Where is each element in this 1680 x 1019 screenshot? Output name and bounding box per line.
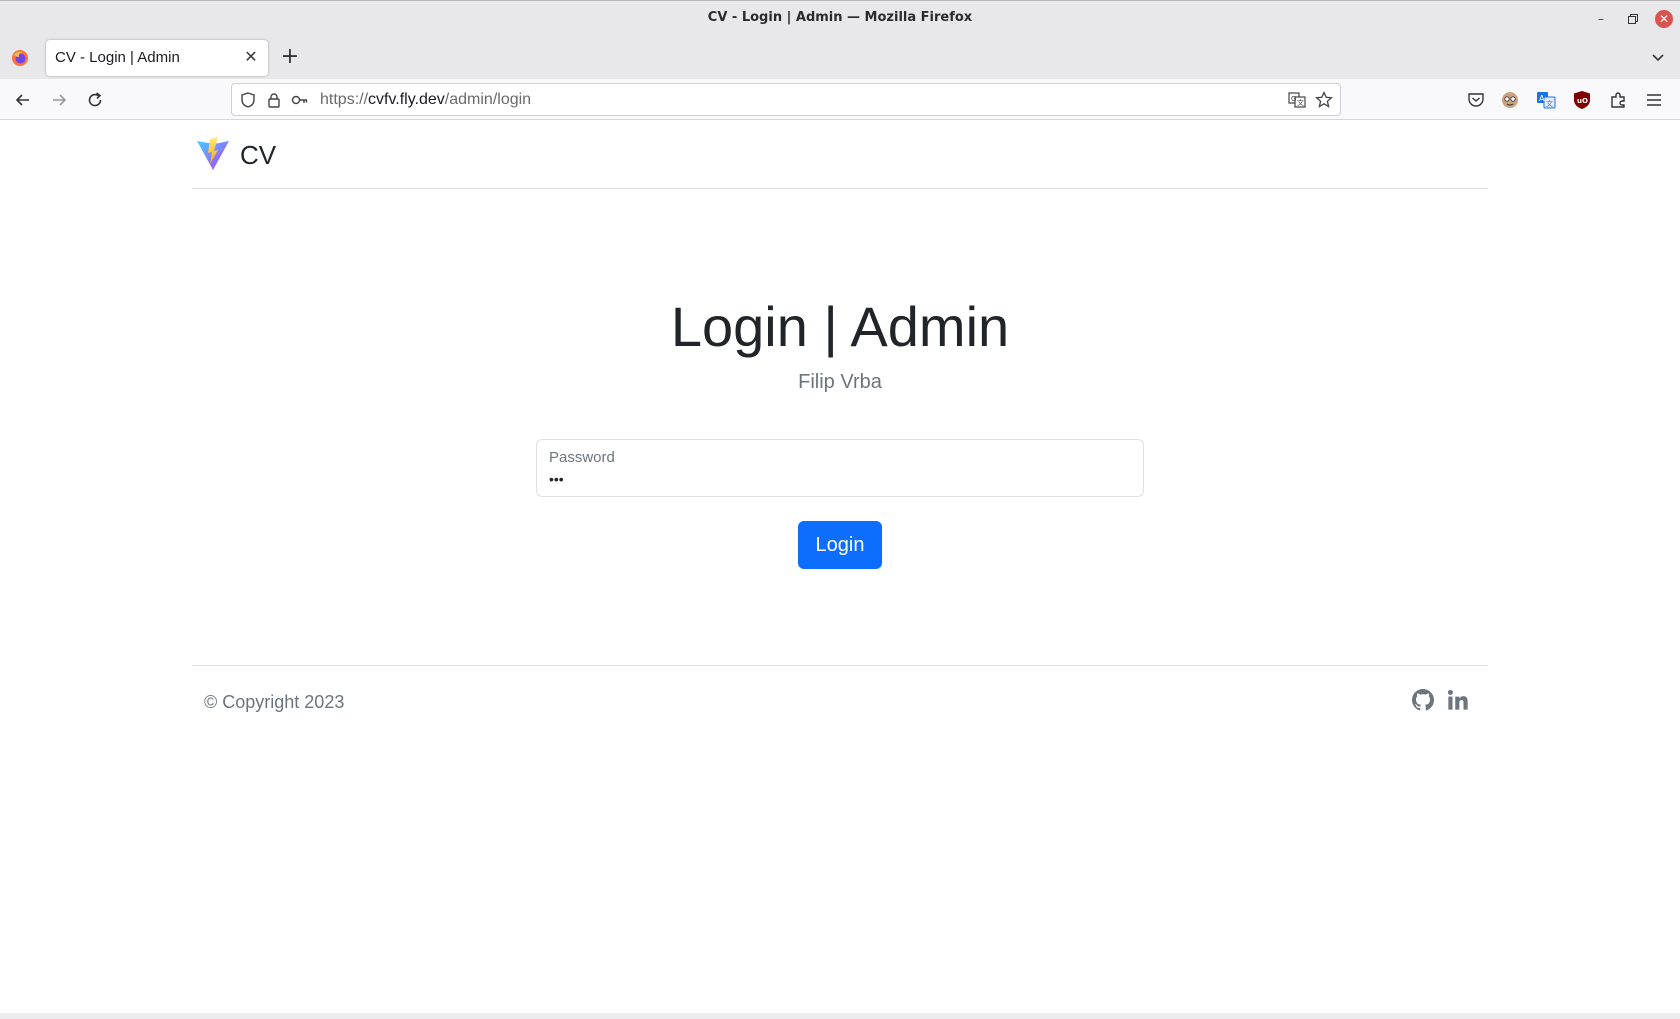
plus-icon[interactable]: + bbox=[280, 46, 300, 68]
translate-icon[interactable]: G文 bbox=[1287, 90, 1307, 110]
url-scheme: https:// bbox=[320, 91, 369, 108]
tab-title: CV - Login | Admin bbox=[55, 49, 180, 66]
svg-text:文: 文 bbox=[1297, 98, 1304, 107]
translate-extension-icon[interactable]: A文 bbox=[1536, 90, 1556, 110]
url-bar[interactable]: https://cvfv.fly.dev/admin/login G文 bbox=[231, 83, 1341, 116]
lock-icon[interactable] bbox=[264, 90, 284, 110]
menu-icon[interactable] bbox=[1644, 90, 1664, 110]
svg-text:G: G bbox=[1291, 95, 1296, 103]
linkedin-icon[interactable] bbox=[1445, 687, 1471, 713]
url-path: /admin/login bbox=[444, 91, 532, 108]
reload-icon[interactable] bbox=[82, 87, 108, 113]
page-content: CV Login | Admin Filip Vrba Password •••… bbox=[0, 120, 1680, 1019]
window-titlebar: CV - Login | Admin — Mozilla Firefox – ✕ bbox=[0, 0, 1680, 35]
forward-icon[interactable] bbox=[46, 87, 72, 113]
extension-icon[interactable] bbox=[1500, 90, 1520, 110]
svg-text:文: 文 bbox=[1546, 99, 1553, 108]
window-title: CV - Login | Admin — Mozilla Firefox bbox=[707, 10, 973, 25]
svg-text:A: A bbox=[1539, 94, 1545, 103]
svg-text:uO: uO bbox=[1577, 97, 1588, 105]
close-icon[interactable]: ✕ bbox=[242, 48, 260, 66]
url-text[interactable]: https://cvfv.fly.dev/admin/login bbox=[320, 91, 531, 109]
copyright-text: © Copyright 2023 bbox=[204, 692, 345, 712]
chevron-down-icon[interactable] bbox=[1648, 47, 1668, 67]
key-icon[interactable] bbox=[290, 90, 310, 110]
firefox-icon[interactable] bbox=[11, 49, 29, 67]
login-button[interactable]: Login bbox=[798, 521, 882, 569]
site-header: CV bbox=[192, 120, 1488, 189]
vite-logo-icon[interactable] bbox=[196, 137, 230, 171]
ublock-icon[interactable]: uO bbox=[1572, 90, 1592, 110]
pocket-icon[interactable] bbox=[1466, 90, 1486, 110]
shield-icon[interactable] bbox=[238, 90, 258, 110]
password-label: Password bbox=[549, 449, 615, 466]
page-title: Login | Admin bbox=[670, 295, 1010, 358]
site-footer: © Copyright 2023 bbox=[192, 665, 1488, 735]
star-icon[interactable] bbox=[1314, 90, 1334, 110]
back-icon[interactable] bbox=[10, 87, 36, 113]
page-subtitle: Filip Vrba bbox=[798, 371, 882, 393]
window-close-button[interactable]: ✕ bbox=[1655, 10, 1673, 28]
tab-active[interactable]: CV - Login | Admin ✕ bbox=[46, 40, 268, 76]
nav-toolbar: https://cvfv.fly.dev/admin/login G文 A文 u… bbox=[0, 79, 1680, 120]
url-host: cvfv.fly.dev bbox=[368, 91, 445, 108]
password-input[interactable]: ••• bbox=[549, 471, 1129, 491]
password-field[interactable]: Password ••• bbox=[536, 439, 1144, 497]
puzzle-icon[interactable] bbox=[1608, 90, 1628, 110]
github-icon[interactable] bbox=[1410, 687, 1436, 713]
brand-text[interactable]: CV bbox=[240, 140, 276, 171]
window-bottom-edge bbox=[0, 1013, 1680, 1019]
restore-button[interactable] bbox=[1624, 10, 1642, 28]
minimize-button[interactable]: – bbox=[1592, 10, 1610, 28]
tab-strip: CV - Login | Admin ✕ + bbox=[0, 35, 1680, 79]
